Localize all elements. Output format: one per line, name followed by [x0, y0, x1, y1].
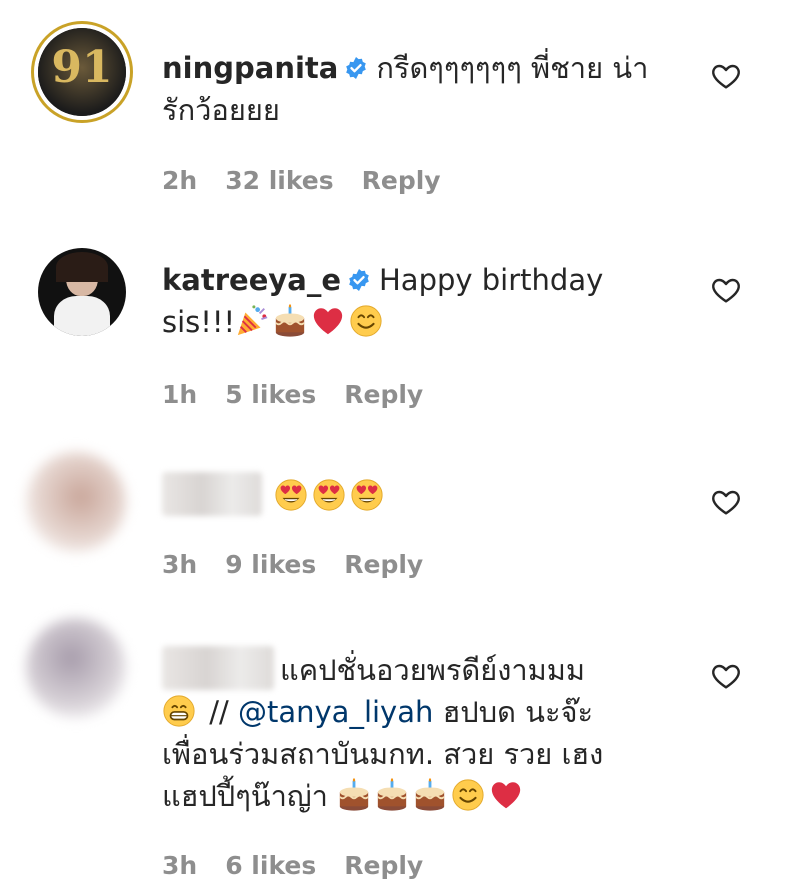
comment-body	[162, 472, 692, 517]
reply-button[interactable]: Reply	[344, 550, 423, 579]
mention-link[interactable]: @tanya_liyah	[238, 695, 433, 729]
red-heart-icon	[311, 304, 345, 338]
heart-eyes-icon	[274, 478, 308, 512]
verified-icon	[344, 56, 368, 80]
birthday-cake-icon	[273, 304, 307, 338]
avatar[interactable]: 91	[38, 28, 126, 116]
comment-text: กรีดๆๆๆๆๆๆ พี่ชาย น่า	[376, 51, 649, 85]
comment-text: แฮปปี้ๆน๊าญ่า	[162, 779, 328, 813]
comment-body: แคปชั่นอวยพรดีย์งามมม // @tanya_liyah ฮป…	[162, 646, 702, 817]
like-count[interactable]: 5 likes	[225, 380, 316, 409]
party-popper-icon	[235, 304, 269, 338]
comment-text: เพื่อนร่วมสถาบันมกท. สวย รวย เฮง	[162, 737, 604, 771]
comment-text: Happy birthday	[379, 263, 604, 297]
comment-meta: 2h 32 likes Reply	[162, 166, 441, 195]
like-heart-icon[interactable]	[710, 486, 742, 518]
username[interactable]: ningpanita	[162, 51, 338, 85]
avatar[interactable]	[38, 248, 126, 336]
avatar-number: 91	[51, 42, 113, 93]
like-count[interactable]: 32 likes	[225, 166, 333, 195]
avatar-blurred[interactable]	[26, 452, 126, 552]
smiling-face-icon	[451, 778, 485, 812]
comment-meta: 3h 9 likes Reply	[162, 550, 423, 579]
username[interactable]: katreeya_e	[162, 263, 341, 297]
red-heart-icon	[489, 778, 523, 812]
smiling-face-icon	[349, 304, 383, 338]
comment-meta: 3h 6 likes Reply	[162, 851, 423, 880]
comment-text: แคปชั่นอวยพรดีย์งามมม	[280, 653, 586, 687]
comment-body: katreeya_e Happy birthday sis!!!	[162, 259, 692, 343]
reply-button[interactable]: Reply	[344, 380, 423, 409]
heart-eyes-icon	[350, 478, 384, 512]
comment-time[interactable]: 2h	[162, 166, 197, 195]
comment-body: ningpanita กรีดๆๆๆๆๆๆ พี่ชาย น่า รักว้อยย…	[162, 47, 692, 131]
username-blurred[interactable]	[162, 646, 274, 690]
like-count[interactable]: 9 likes	[225, 550, 316, 579]
reply-button[interactable]: Reply	[344, 851, 423, 880]
comment-text: รักว้อยยย	[162, 93, 280, 127]
reply-button[interactable]: Reply	[362, 166, 441, 195]
birthday-cake-icon	[375, 778, 409, 812]
username-blurred[interactable]	[162, 472, 262, 516]
like-heart-icon[interactable]	[710, 274, 742, 306]
verified-icon	[347, 268, 371, 292]
birthday-cake-icon	[337, 778, 371, 812]
comment-time[interactable]: 3h	[162, 851, 197, 880]
like-heart-icon[interactable]	[710, 60, 742, 92]
comment-time[interactable]: 1h	[162, 380, 197, 409]
avatar-blurred[interactable]	[26, 618, 126, 718]
like-count[interactable]: 6 likes	[225, 851, 316, 880]
grinning-face-icon	[162, 694, 196, 728]
comment-meta: 1h 5 likes Reply	[162, 380, 423, 409]
comment-text: sis!!!	[162, 305, 236, 339]
like-heart-icon[interactable]	[710, 660, 742, 692]
birthday-cake-icon	[413, 778, 447, 812]
comment-text: //	[200, 695, 238, 729]
comment-text: ฮปบด นะจ๊ะ	[433, 695, 594, 729]
heart-eyes-icon	[312, 478, 346, 512]
comment-time[interactable]: 3h	[162, 550, 197, 579]
